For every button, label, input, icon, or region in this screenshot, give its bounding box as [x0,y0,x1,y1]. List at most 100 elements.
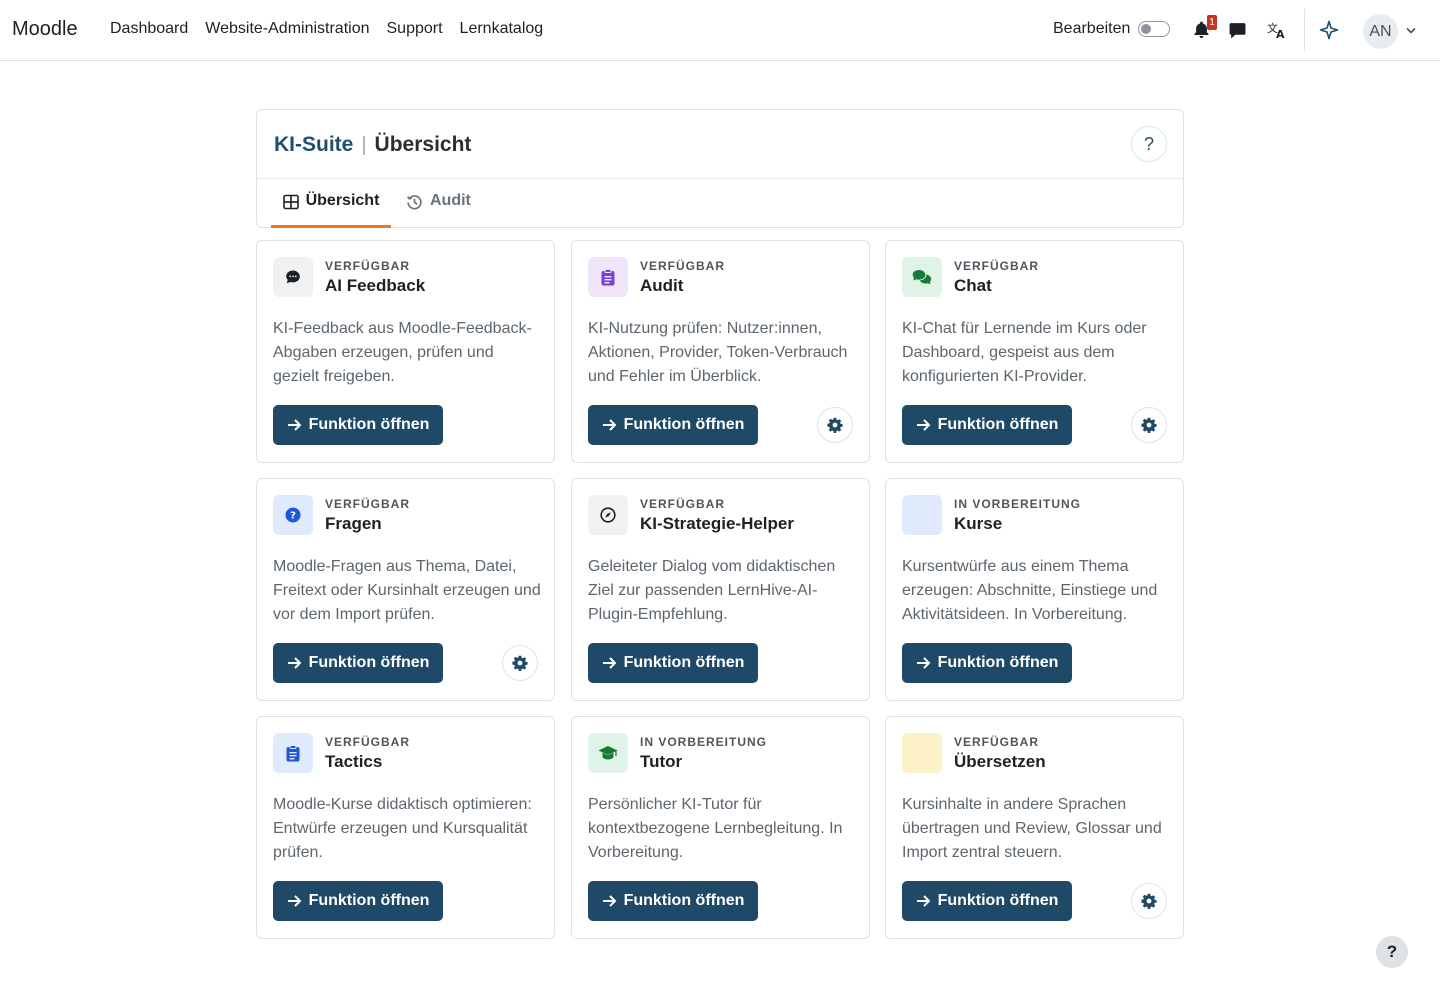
header-divider [257,178,1183,179]
edit-mode-toggle[interactable] [1138,21,1171,37]
card-description: KI-Feedback aus Moodle-Feedback-Abgaben … [273,320,532,385]
language-icon: 文A [1267,21,1285,39]
title-separator: | [361,133,367,156]
feature-card-tactics: VERFÜGBAR Tactics Moodle-Kurse didaktisc… [256,716,555,939]
sparkle-icon [1319,20,1339,40]
chevron-down-icon[interactable] [1404,22,1418,38]
blank-icon [902,733,942,773]
suite-name: KI-Suite [274,133,354,156]
footer-help-button[interactable]: ? [1376,936,1408,968]
card-description: Persönlicher KI-Tutor für kontextbezogen… [588,796,843,861]
arrow-right-icon [602,895,616,907]
card-status: VERFÜGBAR [325,497,411,511]
feature-card-courses: IN VORBEREITUNG Kurse Kursentwürfe aus e… [885,478,1184,701]
card-title: Kurse [954,514,1003,533]
feature-card-questions: ? VERFÜGBAR Fragen Moodle-Fragen aus The… [256,478,555,701]
arrow-right-icon [287,895,301,907]
open-feature-label: Funktion öffnen [308,416,430,433]
open-feature-label: Funktion öffnen [308,654,430,671]
open-feature-button[interactable]: Funktion öffnen [588,881,758,921]
nav-item-dashboard[interactable]: Dashboard [110,20,188,38]
open-feature-button[interactable]: Funktion öffnen [273,405,443,445]
clipboard-list-icon [273,733,313,773]
blank-icon [902,495,942,535]
settings-button[interactable] [1131,883,1167,919]
nav-item-site-administration[interactable]: Website-Administration [205,20,369,38]
clipboard-list-icon [588,257,628,297]
messages-button[interactable] [1225,18,1249,42]
feature-card-tutor: IN VORBEREITUNG Tutor Persönlicher KI-Tu… [571,716,870,939]
navbar-divider [1304,9,1305,51]
settings-button[interactable] [1131,407,1167,443]
open-feature-button[interactable]: Funktion öffnen [588,405,758,445]
help-button[interactable]: ? [1131,126,1167,162]
card-title: Tutor [640,752,683,771]
gear-icon [1141,417,1157,433]
nav-item-course-catalog[interactable]: Lernkatalog [460,20,544,38]
site-brand[interactable]: Moodle [12,18,78,41]
gear-icon [827,417,843,433]
nav-item-support[interactable]: Support [387,20,443,38]
comments-icon [902,257,942,297]
grid-icon [282,194,299,210]
card-title: AI Feedback [325,276,426,295]
open-feature-label: Funktion öffnen [937,416,1059,433]
settings-button[interactable] [502,645,538,681]
card-status: IN VORBEREITUNG [640,735,768,749]
card-status: IN VORBEREITUNG [954,497,1082,511]
tab-audit-label: Audit [430,192,471,209]
open-feature-button[interactable]: Funktion öffnen [902,643,1072,683]
user-avatar[interactable]: AN [1363,14,1398,49]
edit-mode-label: Bearbeiten [1053,20,1131,37]
card-title: KI-Strategie-Helper [640,514,794,533]
page-title: KI-Suite | Übersicht [274,133,471,157]
ki-suite-header: KI-Suite | Übersicht ? Übersicht Audit [256,109,1184,228]
card-description: Kursinhalte in andere Sprachen übertrage… [902,796,1162,861]
tab-overview[interactable]: Übersicht [271,192,391,228]
open-feature-button[interactable]: Funktion öffnen [902,405,1072,445]
card-description: Moodle-Kurse didaktisch optimieren: Entw… [273,796,532,861]
svg-text:A: A [1276,28,1285,39]
arrow-right-icon [916,419,930,431]
history-icon [406,195,422,210]
arrow-right-icon [602,657,616,669]
open-feature-button[interactable]: Funktion öffnen [902,881,1072,921]
primary-navigation: Dashboard Website-Administration Support… [110,20,560,38]
language-button[interactable]: 文A [1265,18,1289,42]
card-title: Audit [640,276,684,295]
open-feature-label: Funktion öffnen [623,654,745,671]
open-feature-label: Funktion öffnen [623,892,745,909]
settings-button[interactable] [817,407,853,443]
open-feature-button[interactable]: Funktion öffnen [588,643,758,683]
gear-icon [1141,893,1157,909]
open-feature-button[interactable]: Funktion öffnen [273,881,443,921]
card-description: Kursentwürfe aus einem Thema erzeugen: A… [902,558,1158,623]
open-feature-button[interactable]: Funktion öffnen [273,643,443,683]
feature-card-strategy-helper: VERFÜGBAR KI-Strategie-Helper Geleiteter… [571,478,870,701]
card-title: Tactics [325,752,383,771]
arrow-right-icon [287,657,301,669]
question-circle-icon: ? [273,495,313,535]
feature-card-translate: VERFÜGBAR Übersetzen Kursinhalte in ande… [885,716,1184,939]
notifications-button[interactable]: 1 [1189,15,1217,42]
arrow-right-icon [916,657,930,669]
ai-assistant-button[interactable] [1317,18,1341,42]
card-title: Übersetzen [954,752,1046,771]
card-status: VERFÜGBAR [640,259,726,273]
open-feature-label: Funktion öffnen [623,416,745,433]
notification-count-badge: 1 [1207,15,1217,30]
card-status: VERFÜGBAR [954,259,1040,273]
card-title: Fragen [325,514,382,533]
message-icon [1229,22,1245,38]
open-feature-label: Funktion öffnen [937,892,1059,909]
gear-icon [512,655,528,671]
card-description: KI-Chat für Lernende im Kurs oder Dashbo… [902,320,1147,385]
card-title: Chat [954,276,992,295]
graduation-cap-icon [588,733,628,773]
comment-dots-icon [273,257,313,297]
tab-overview-label: Übersicht [305,192,380,209]
card-description: Geleiteter Dialog vom didaktischen Ziel … [588,558,836,623]
tab-audit[interactable]: Audit [406,192,471,228]
svg-text:?: ? [290,511,296,522]
card-description: KI-Nutzung prüfen: Nutzer:innen, Aktione… [588,320,848,385]
